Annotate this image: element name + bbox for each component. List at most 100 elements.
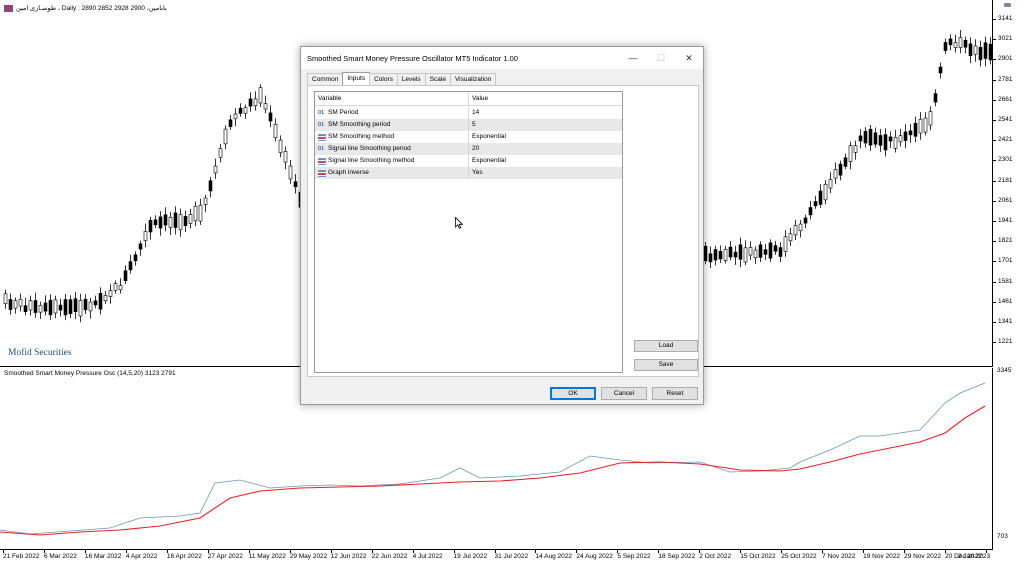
time-label: 18 Sep 2022 [658,553,696,560]
time-label: 21 Feb 2022 [3,553,40,560]
input-row-sm-period[interactable]: 01 SM Period 14 [315,107,622,119]
price-tick [993,99,996,101]
reset-button[interactable]: Reset [652,387,698,400]
time-label: 12 Jun 2022 [330,553,367,560]
time-label: 29 May 2022 [289,553,328,560]
candle-body [258,87,263,104]
candle-body [88,301,93,312]
time-label: 14 Aug 2022 [535,553,572,560]
candle-body [733,251,738,258]
tab-colors[interactable]: Colors [369,73,398,85]
header-variable[interactable]: Variable [318,92,468,106]
price-axis: 3141 3021 2901 2781 2661 2541 2421 2301 2181 2061… [993,0,1024,367]
price-label: 2301 [998,156,1013,164]
candle-body [163,214,168,226]
terminal-window: طوسـازی امین ، Daily : 2890 2852 2928 29… [0,0,1024,565]
input-row-sm-smoothing-method[interactable]: SM Smoothing method Exponential [315,131,622,143]
candle-body [263,103,268,110]
candle-body [73,298,78,312]
candle-body [893,137,898,149]
time-label: 29 Nov 2022 [904,553,941,560]
time-label: 31 Jul 2022 [494,553,529,560]
ok-button[interactable]: OK [550,387,596,400]
candle-body [113,283,118,291]
tab-inputs[interactable]: Inputs [342,72,371,85]
candle-body [83,298,88,311]
candle-body [708,253,713,263]
price-tick [993,120,996,121]
price-label: 2061 [998,196,1013,204]
candle-body [923,117,928,133]
price-tick [993,59,996,61]
candle-body [223,128,228,145]
tab-scale[interactable]: Scale [424,73,451,85]
candle-body [773,245,778,252]
candle-body [753,249,758,258]
tab-visualization[interactable]: Visualization [449,73,497,85]
price-tick [993,301,996,303]
candle-body [23,305,28,312]
time-label: 19 Jul 2022 [453,553,488,560]
dialog-titlebar[interactable]: Smoothed Smart Money Pressure Oscillator… [301,47,703,69]
load-button[interactable]: Load [634,340,698,352]
oscillator-main-line [0,382,986,535]
cancel-button[interactable]: Cancel [601,387,647,400]
candle-body [858,135,863,142]
candle-body [703,245,708,262]
price-tick [993,79,996,81]
price-label: 2661 [998,95,1013,103]
dialog-title: Smoothed Smart Money Pressure Oscillator… [307,53,518,63]
candle-body [873,132,878,145]
price-tick [993,39,996,41]
row-value[interactable]: Exponential [468,131,622,143]
candle-body [848,145,853,162]
candle-body [248,98,253,107]
candle-body [738,244,743,260]
row-variable-label: Signal line Smoothing method [328,157,415,164]
price-tick [993,160,996,162]
price-tick [993,322,996,323]
candle-body [143,231,148,242]
input-row-graph-inverse[interactable]: Graph inverse Yes [315,167,622,179]
time-label: 27 Apr 2022 [207,553,243,560]
row-value[interactable]: 14 [468,107,622,119]
inputs-grid: Variable Value 01 SM Period 14 01 SM Smoot… [314,91,623,373]
candle-body [233,113,238,120]
row-variable: Graph inverse [318,167,468,179]
candle-body [188,214,193,224]
enum-type-icon [318,133,326,141]
symbol-info: طوسـازی امین ، Daily : 2890 2852 2928 29… [4,4,167,12]
row-variable: 01 SM Period [318,107,468,119]
candle-body [118,285,123,291]
header-value[interactable]: Value [468,92,622,106]
candle-body [108,290,113,297]
candle-body [203,197,208,205]
candle-body [828,179,833,189]
candle-body [173,212,178,228]
candle-body [218,148,223,158]
input-row-signal-smoothing-period[interactable]: 01 Signal line Smoothing period 20 [315,143,622,155]
price-tick [993,281,996,283]
row-variable: SM Smoothing method [318,131,468,143]
candle-body [943,42,948,51]
price-label: 1461 [998,297,1013,305]
osc-axis-bottom: 703 [997,533,1008,540]
row-value[interactable]: Yes [468,167,622,179]
chart-icon [4,4,13,12]
tab-common[interactable]: Common [307,73,344,85]
save-button[interactable]: Save [634,359,698,371]
candle-body [158,216,163,229]
input-row-signal-smoothing-method[interactable]: Signal line Smoothing method Exponential [315,155,622,167]
row-variable-label: SM Period [328,109,359,116]
minimize-icon[interactable]: — [619,47,647,69]
price-label: 2421 [998,136,1013,144]
input-row-sm-smoothing-period[interactable]: 01 SM Smoothing period 5 [315,119,622,131]
candle-body [98,292,103,310]
row-value[interactable]: Exponential [468,155,622,167]
enum-type-icon [318,157,326,165]
oscillator-axis: 3345 703 [993,367,1024,550]
close-icon[interactable]: ✕ [675,47,703,69]
tab-levels[interactable]: Levels [396,73,426,85]
row-value[interactable]: 5 [468,119,622,131]
row-value[interactable]: 20 [468,143,622,155]
